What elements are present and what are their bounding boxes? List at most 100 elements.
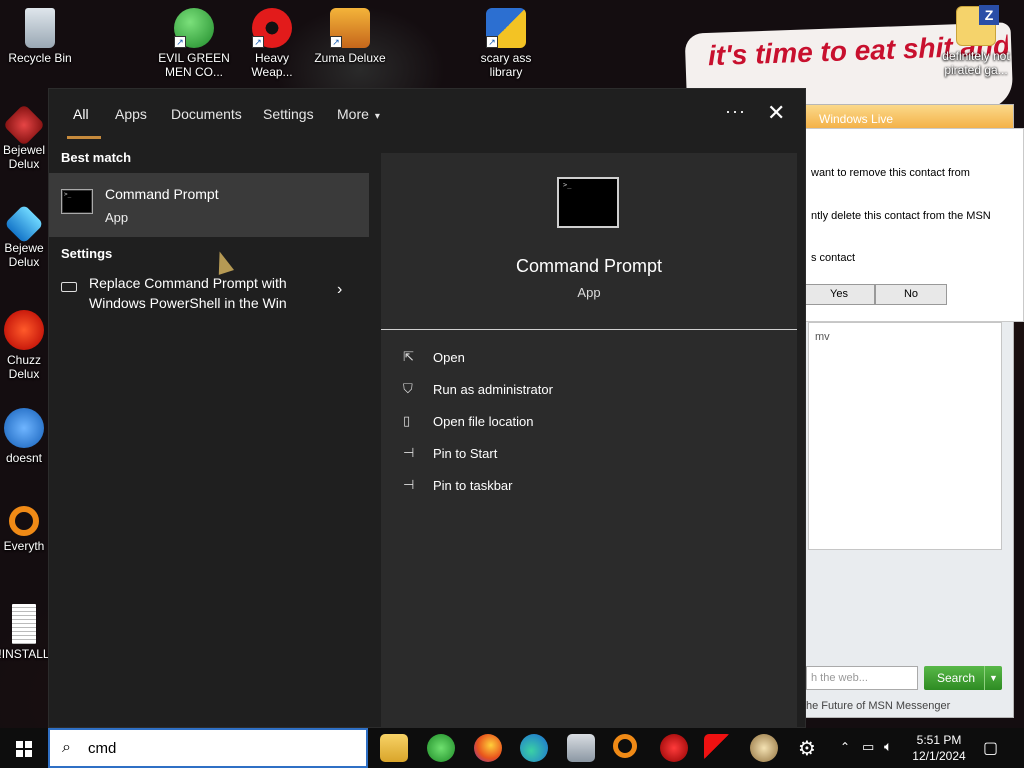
web-search-input[interactable]: h the web... [806, 666, 918, 690]
recycle-bin-icon [25, 8, 55, 48]
action-open-file-location[interactable]: ▯ Open file location [403, 413, 703, 433]
result-subtitle: App [105, 210, 129, 225]
remove-contact-dialog: want to remove this contact from ntly de… [800, 128, 1024, 322]
command-prompt-large-icon [557, 177, 619, 228]
zip-badge-icon: Z [979, 5, 999, 25]
desktop-icon-heavy-weapon[interactable]: ↗ Heavy Weap... [234, 8, 310, 79]
desktop-icon-label: Recycle Bin [8, 51, 72, 65]
desktop-icon-recycle-bin[interactable]: Recycle Bin [2, 8, 78, 65]
action-label: Open [433, 350, 465, 365]
start-button[interactable] [0, 728, 48, 768]
chevron-down-icon: ▾ [374, 111, 380, 122]
desktop-icon-scary-ass-library[interactable]: ↗ scary ass library [468, 8, 544, 79]
command-prompt-icon [61, 189, 93, 214]
action-pin-to-start[interactable]: ⊣ Pin to Start [403, 445, 703, 465]
detail-subtitle: App [577, 285, 601, 300]
red-arrow-app-icon[interactable] [704, 734, 732, 762]
desktop-icon-label: Bejewe Delux [4, 241, 44, 269]
chevron-right-icon[interactable]: › [337, 281, 342, 299]
no-button[interactable]: No [875, 284, 947, 305]
paint-icon[interactable] [750, 734, 778, 762]
search-filter-tabs: All Apps Documents Settings More ▾ ··· ✕ [49, 89, 805, 139]
result-detail-pane: Command Prompt App ⇱ Open ⛉ Run as admin… [381, 153, 797, 729]
action-run-as-administrator[interactable]: ⛉ Run as administrator [403, 381, 703, 401]
action-label: Run as administrator [433, 382, 553, 397]
settings-heading: Settings [61, 246, 113, 261]
dialog-text-line: want to remove this contact from [811, 167, 970, 179]
best-match-result[interactable]: Command Prompt App [49, 173, 369, 237]
windows-logo-icon [16, 741, 32, 757]
action-label: Pin to taskbar [433, 478, 513, 493]
desktop-icon-zuma-deluxe[interactable]: ↗ Zuma Deluxe [312, 8, 388, 65]
shortcut-arrow-icon: ↗ [174, 36, 186, 48]
action-label: Pin to Start [433, 446, 498, 461]
desktop-icon-label: Bejewel Delux [2, 143, 46, 171]
desktop-icon-label: !INSTALL [0, 647, 50, 661]
messenger-footer: he Future of MSN Messenger [806, 700, 951, 712]
desktop-icon-definitely-not-pirated[interactable]: Z definitely not pirated ga... [938, 5, 1014, 77]
open-icon: ⇱ [403, 349, 414, 364]
messenger-icon [4, 408, 44, 448]
keyboard-icon [61, 282, 77, 292]
gear-icon[interactable]: ⚙ [798, 736, 816, 761]
start-search-panel: All Apps Documents Settings More ▾ ··· ✕ … [48, 88, 806, 729]
desktop-icon-evil-green-men[interactable]: ↗ EVIL GREEN MEN CO... [156, 8, 232, 79]
clock-date: 12/1/2024 [912, 749, 966, 763]
bejeweled-icon [2, 103, 46, 147]
radiation-icon: ↗ [252, 8, 292, 48]
shortcut-arrow-icon: ↗ [486, 36, 498, 48]
tab-apps[interactable]: Apps [115, 106, 147, 122]
chevron-up-icon[interactable]: ⌃ [840, 740, 850, 754]
everything-search-icon[interactable] [613, 734, 637, 758]
tab-all[interactable]: All [73, 106, 89, 122]
printer-icon[interactable] [567, 734, 595, 762]
search-query: cmd [88, 740, 117, 757]
dialog-text-line: s contact [811, 252, 856, 264]
desktop-icon-label: definitely not pirated ga... [942, 49, 1010, 77]
more-options-icon[interactable]: ··· [725, 101, 746, 122]
taskbar-search-input[interactable]: ⌕ cmd [48, 728, 368, 768]
green-men-icon: ↗ [174, 8, 214, 48]
tab-documents[interactable]: Documents [171, 106, 242, 122]
web-search-button[interactable]: Search ▼ [924, 666, 1002, 690]
green-men-icon[interactable] [427, 734, 455, 762]
tab-more[interactable]: More ▾ [337, 106, 380, 122]
close-icon[interactable]: ✕ [767, 101, 785, 125]
detail-title: Command Prompt [515, 256, 663, 276]
pin-icon: ⊣ [403, 445, 415, 460]
diamond-icon [4, 204, 44, 244]
clock-time: 5:51 PM [916, 733, 962, 747]
desktop-icon-label: EVIL GREEN MEN CO... [158, 51, 230, 79]
taskbar: ⌕ cmd ⚙ ⌃ ▭ 🔈︎ 5:51 PM 12/1/2024 ▢ [0, 728, 1024, 768]
settings-result[interactable]: Replace Command Prompt with Windows Powe… [49, 273, 369, 329]
shield-icon: ⛉ [403, 381, 413, 396]
action-label: Open file location [433, 414, 534, 429]
edge-icon[interactable] [520, 734, 548, 762]
zip-folder-icon: Z [956, 5, 999, 46]
network-icon[interactable]: ▭ [862, 739, 874, 755]
text-file-icon [12, 604, 36, 644]
zuma-icon: ↗ [330, 8, 370, 48]
action-open[interactable]: ⇱ Open [403, 349, 703, 369]
desktop-icon-label: doesnt [5, 451, 43, 465]
desktop-icon-label: Zuma Deluxe [314, 51, 386, 65]
web-search-button-label: Search [937, 671, 976, 685]
file-explorer-icon[interactable] [380, 734, 408, 762]
volume-icon[interactable]: 🔈︎ [884, 738, 892, 755]
clock[interactable]: 5:51 PM 12/1/2024 [906, 732, 972, 764]
shortcut-arrow-icon: ↗ [252, 36, 264, 48]
magnifier-icon [9, 506, 39, 536]
dialog-text-line: ntly delete this contact from the MSN [811, 210, 991, 222]
desktop-icon-label: Heavy Weap... [251, 51, 293, 79]
search-icon: ⌕ [62, 739, 71, 756]
firefox-icon[interactable] [474, 734, 502, 762]
action-pin-to-taskbar[interactable]: ⊣ Pin to taskbar [403, 477, 703, 497]
chuzzle-icon[interactable] [660, 734, 688, 762]
tab-settings[interactable]: Settings [263, 106, 314, 122]
yes-button[interactable]: Yes [803, 284, 875, 305]
chevron-down-icon[interactable]: ▼ [984, 666, 1002, 690]
contact-list: mv [808, 322, 1002, 550]
tab-more-label: More [337, 106, 369, 122]
notification-icon[interactable]: ▢ [983, 738, 998, 758]
results-pane: Best match Command Prompt App Settings R… [49, 139, 369, 729]
